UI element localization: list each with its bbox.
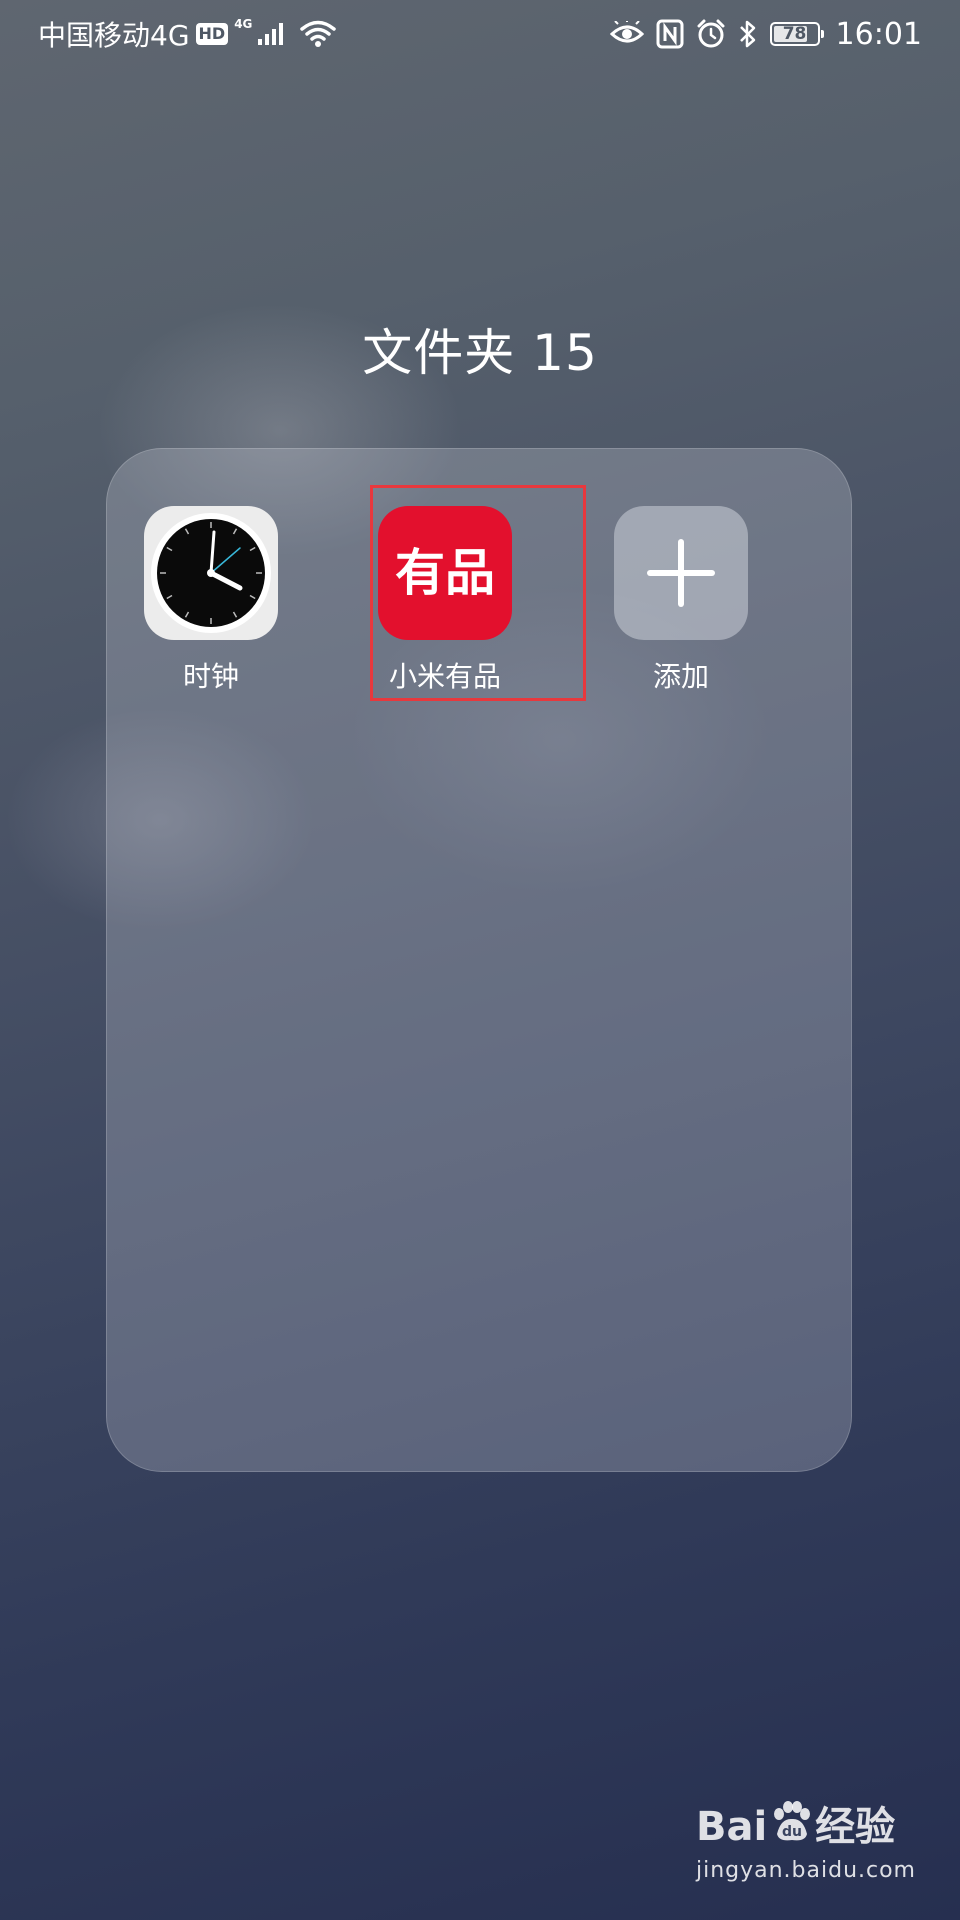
app-label-add: 添加 <box>652 660 709 693</box>
battery-icon: 78 <box>769 22 824 46</box>
status-bar-left: 中国移动4G HD 4G <box>38 10 337 58</box>
nfc-icon <box>656 19 684 49</box>
folder-title[interactable]: 文件夹 15 <box>0 318 960 388</box>
wifi-icon <box>300 20 337 48</box>
clock-time: 16:01 <box>835 16 922 52</box>
watermark-text-right: 经验 <box>815 1804 896 1850</box>
watermark-text-left: Bai <box>695 1804 768 1850</box>
status-bar: 中国移动4G HD 4G 78 16:01 <box>0 0 960 68</box>
baidu-jingyan-watermark: Bai du 经验 jingyan.baidu.com <box>696 1800 916 1886</box>
clock-icon[interactable] <box>144 506 278 640</box>
watermark-logo: Bai du 经验 <box>696 1800 916 1854</box>
signal-icon <box>258 21 288 47</box>
eye-icon <box>609 21 644 47</box>
hd-badge: HD <box>195 23 229 45</box>
network-type-label: 4G <box>234 17 253 31</box>
add-app-button[interactable]: 添加 <box>581 506 781 696</box>
alarm-icon <box>696 19 726 49</box>
watermark-url: jingyan.baidu.com <box>695 1858 916 1883</box>
app-clock[interactable]: 时钟 <box>111 506 311 696</box>
bluetooth-icon <box>738 19 758 49</box>
svg-text:du: du <box>782 1824 802 1840</box>
carrier-label: 中国移动4G <box>38 19 190 52</box>
status-bar-right: 78 16:01 <box>609 10 922 58</box>
paw-icon: du <box>769 1800 813 1854</box>
plus-icon[interactable] <box>614 506 748 640</box>
home-screen: 中国移动4G HD 4G 78 16:01 文件夹 15 时钟 有品 小米有品 … <box>0 0 960 1920</box>
app-label-clock: 时钟 <box>182 660 239 693</box>
highlight-box <box>370 485 586 701</box>
battery-percent: 78 <box>782 24 807 44</box>
